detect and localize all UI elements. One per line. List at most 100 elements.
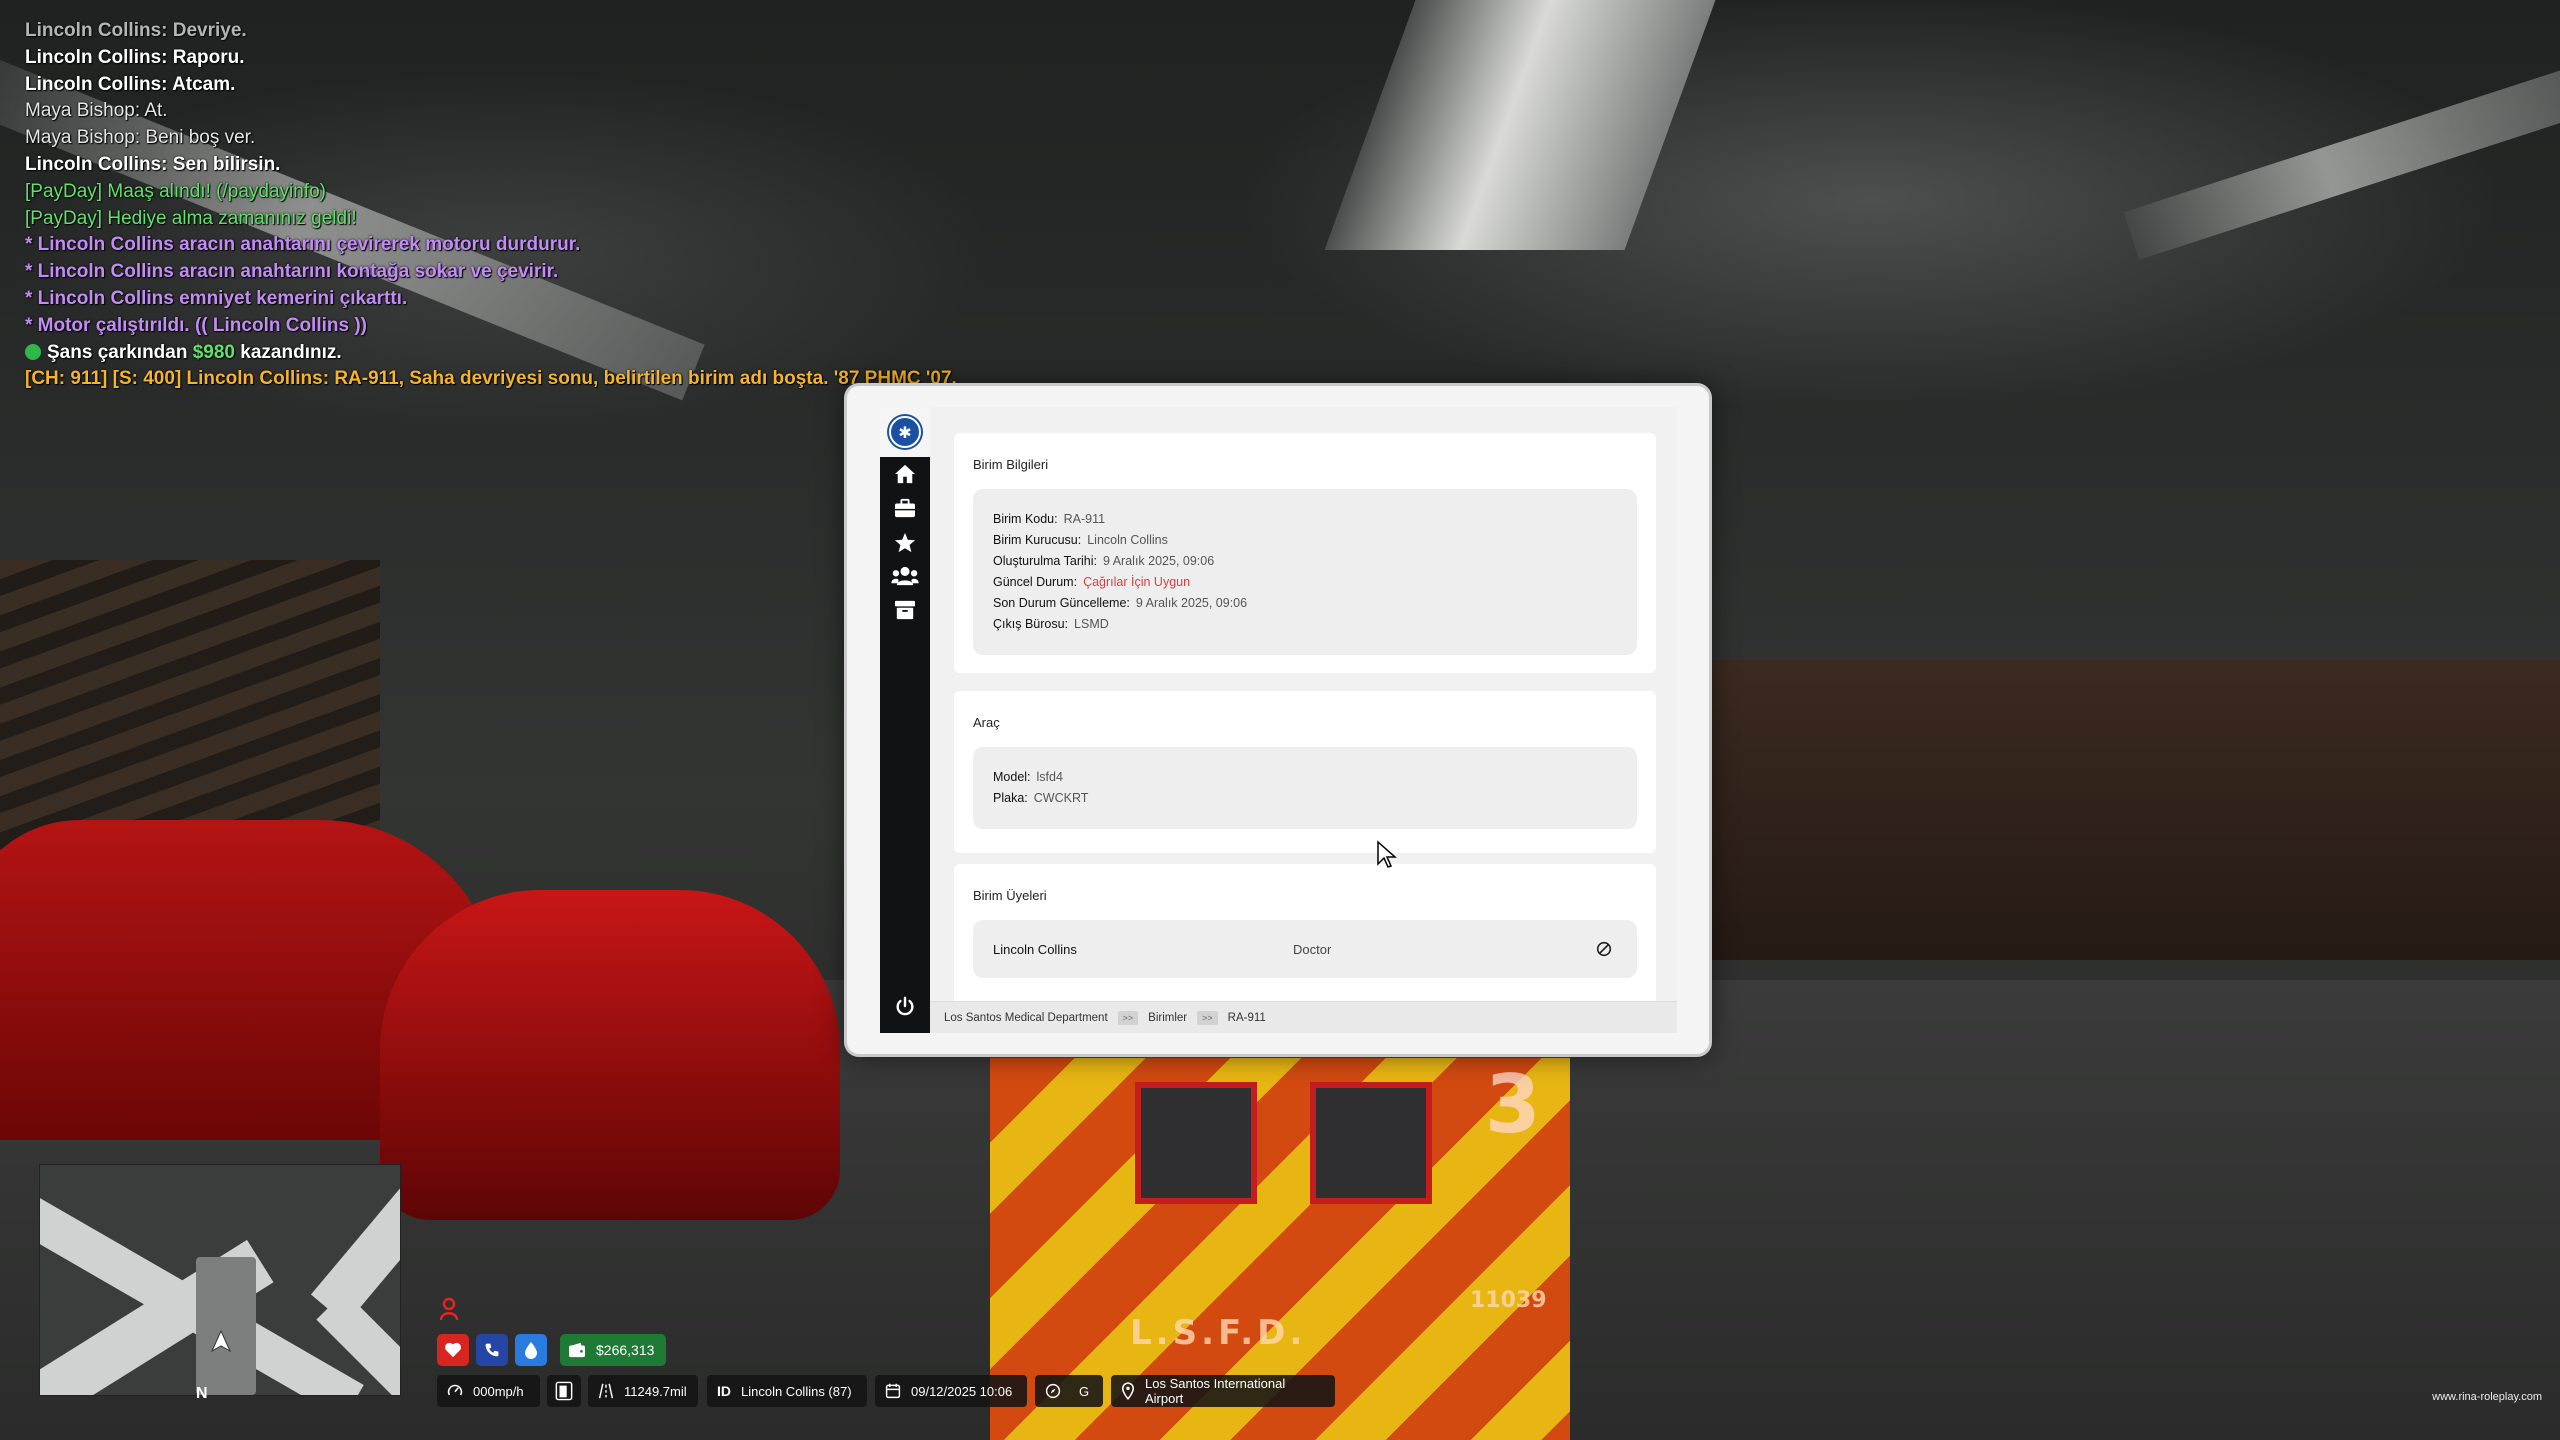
mdc-tablet: ✱ Birim Bilgileri Birim Kodu: RA-911 Bir… <box>847 386 1709 1054</box>
chat-line-chance: Şans çarkından $980 kazandınız. <box>25 340 1025 367</box>
content-area: Birim Bilgileri Birim Kodu: RA-911 Birim … <box>930 407 1677 1001</box>
person-icon <box>439 1297 459 1321</box>
unit-code-row: Birim Kodu: RA-911 <box>993 512 1106 526</box>
tablet-screen: ✱ Birim Bilgileri Birim Kodu: RA-911 Bir… <box>880 407 1677 1033</box>
vehicle-card: Araç Model: lsfd4 Plaka: CWCKRT <box>954 691 1656 853</box>
road-icon <box>598 1383 614 1399</box>
red-sedan <box>380 890 840 1220</box>
fuel-icon <box>555 1381 573 1401</box>
id-icon: ID <box>717 1383 731 1399</box>
mouse-cursor-icon <box>1377 840 1397 868</box>
compass-icon <box>1045 1383 1061 1399</box>
gear-value: G <box>1079 1383 1090 1399</box>
health-icon <box>437 1334 469 1366</box>
fuel-indicator <box>547 1375 581 1407</box>
breadcrumb-separator: >> <box>1197 1010 1218 1025</box>
phone-icon <box>476 1334 508 1366</box>
chat-line: Maya Bishop: At. <box>25 100 168 122</box>
chance-amount: $980 <box>192 341 236 363</box>
chat-line: * Lincoln Collins emniyet kemerini çıkar… <box>25 287 408 309</box>
member-row[interactable]: Lincoln Collins Doctor <box>973 920 1637 978</box>
gear-display: G <box>1035 1375 1103 1407</box>
ambulance-number: 3 <box>1485 1058 1541 1151</box>
wooden-deck <box>1680 660 2560 960</box>
chat-line: * Lincoln Collins aracın anahtarını çevi… <box>25 234 581 256</box>
minimap-building <box>196 1257 256 1395</box>
vehicle-title: Araç <box>973 715 1000 730</box>
breadcrumb: Los Santos Medical Department >> Birimle… <box>930 1001 1677 1033</box>
breadcrumb-item[interactable]: RA-911 <box>1228 1012 1266 1024</box>
ambulance-window-left <box>1135 1082 1257 1204</box>
odometer-value: 11249.7mil <box>624 1383 687 1399</box>
location-value: Los Santos International Airport <box>1145 1376 1286 1406</box>
chat-line: Lincoln Collins: Devriye. <box>25 20 247 41</box>
ambulance-id: 11039 <box>1470 1288 1547 1313</box>
unit-info-card: Birim Bilgileri Birim Kodu: RA-911 Birim … <box>954 433 1656 673</box>
chance-suffix: kazandınız. <box>240 341 342 363</box>
remove-member-icon[interactable] <box>1595 940 1613 958</box>
location-display: Los Santos International Airport <box>1111 1375 1335 1407</box>
location-pin-icon <box>1121 1382 1135 1400</box>
chat-log: Lincoln Collins: Devriye. Lincoln Collin… <box>25 18 1025 393</box>
odometer-display: 11249.7mil <box>588 1375 698 1407</box>
created-date-row: Oluşturulma Tarihi: 9 Aralık 2025, 09:06 <box>993 554 1215 568</box>
player-arrow-icon <box>211 1330 231 1352</box>
coin-icon <box>25 343 41 360</box>
breadcrumb-item[interactable]: Los Santos Medical Department <box>944 1012 1108 1024</box>
power-icon <box>896 996 914 1016</box>
datetime-value: 09/12/2025 10:06 <box>911 1383 1013 1399</box>
department-logo: ✱ <box>880 407 930 457</box>
archive-icon[interactable] <box>880 593 930 627</box>
chat-line: Maya Bishop: Beni boş ver. <box>25 127 256 149</box>
server-watermark: www.rina-roleplay.com <box>2432 1391 2542 1403</box>
datetime-display: 09/12/2025 10:06 <box>875 1375 1027 1407</box>
plate-row: Plaka: CWCKRT <box>993 791 1089 805</box>
members-card: Birim Üyeleri Lincoln Collins Doctor <box>954 864 1656 1001</box>
wallet-icon <box>569 1342 585 1358</box>
unit-info-title: Birim Bilgileri <box>973 457 1049 472</box>
unit-info-panel: Birim Kodu: RA-911 Birim Kurucusu: Lincoln… <box>973 489 1637 655</box>
chat-line: [PayDay] Hediye alma zamanınız geldi! <box>25 207 357 229</box>
speed-display: 000mp/h <box>437 1375 540 1407</box>
member-role: Doctor <box>1293 942 1332 957</box>
breadcrumb-separator: >> <box>1117 1010 1139 1025</box>
water-icon <box>515 1334 547 1366</box>
star-icon[interactable] <box>880 525 930 559</box>
chance-prefix: Şans çarkından <box>47 341 188 363</box>
speed-value: 000mp/h <box>473 1383 524 1399</box>
chat-line: * Motor çalıştırıldı. (( Lincoln Collins… <box>25 314 367 336</box>
ceiling-light-far-right <box>2123 70 2560 260</box>
home-icon[interactable] <box>880 457 930 491</box>
ceiling-light-right <box>1324 0 1716 250</box>
chat-line: Lincoln Collins: Sen bilirsin. <box>25 153 281 175</box>
vehicle-panel: Model: lsfd4 Plaka: CWCKRT <box>973 747 1637 829</box>
speedometer-icon <box>447 1384 463 1396</box>
sidebar: ✱ <box>880 407 930 1033</box>
breadcrumb-item[interactable]: Birimler <box>1148 1012 1187 1024</box>
briefcase-icon[interactable] <box>880 491 930 525</box>
chat-line: Lincoln Collins: Atcam. <box>25 73 236 95</box>
chat-line: Lincoln Collins: Raporu. <box>25 46 245 68</box>
player-display: ID Lincoln Collins (87) <box>707 1375 867 1407</box>
money-value: $266,313 <box>596 1342 655 1358</box>
users-icon[interactable] <box>880 559 930 593</box>
star-of-life-icon: ✱ <box>889 416 921 448</box>
power-button[interactable] <box>880 991 930 1023</box>
unit-founder-row: Birim Kurucusu: Lincoln Collins <box>993 533 1168 547</box>
chat-line: * Lincoln Collins aracın anahtarını kont… <box>25 261 559 283</box>
player-value: Lincoln Collins (87) <box>741 1383 852 1399</box>
calendar-icon <box>885 1383 901 1399</box>
compass-north: N <box>196 1385 208 1402</box>
status-row: Güncel Durum: Çağrılar İçin Uygun <box>993 575 1191 589</box>
status-value: Çağrılar İçin Uygun <box>1083 575 1191 589</box>
members-title: Birim Üyeleri <box>973 888 1047 903</box>
ambulance-window-right <box>1310 1082 1432 1204</box>
money-display: $266,313 <box>560 1334 667 1366</box>
office-row: Çıkış Bürosu: LSMD <box>993 617 1109 631</box>
model-row: Model: lsfd4 <box>993 770 1063 784</box>
last-update-row: Son Durum Güncelleme: 9 Aralık 2025, 09:0… <box>993 596 1248 610</box>
ambulance-label: L.S.F.D. <box>1130 1313 1307 1353</box>
minimap <box>39 1164 401 1396</box>
chat-line: [PayDay] Maaş alındı! (/paydayinfo) <box>25 180 326 202</box>
member-name: Lincoln Collins <box>993 942 1077 957</box>
